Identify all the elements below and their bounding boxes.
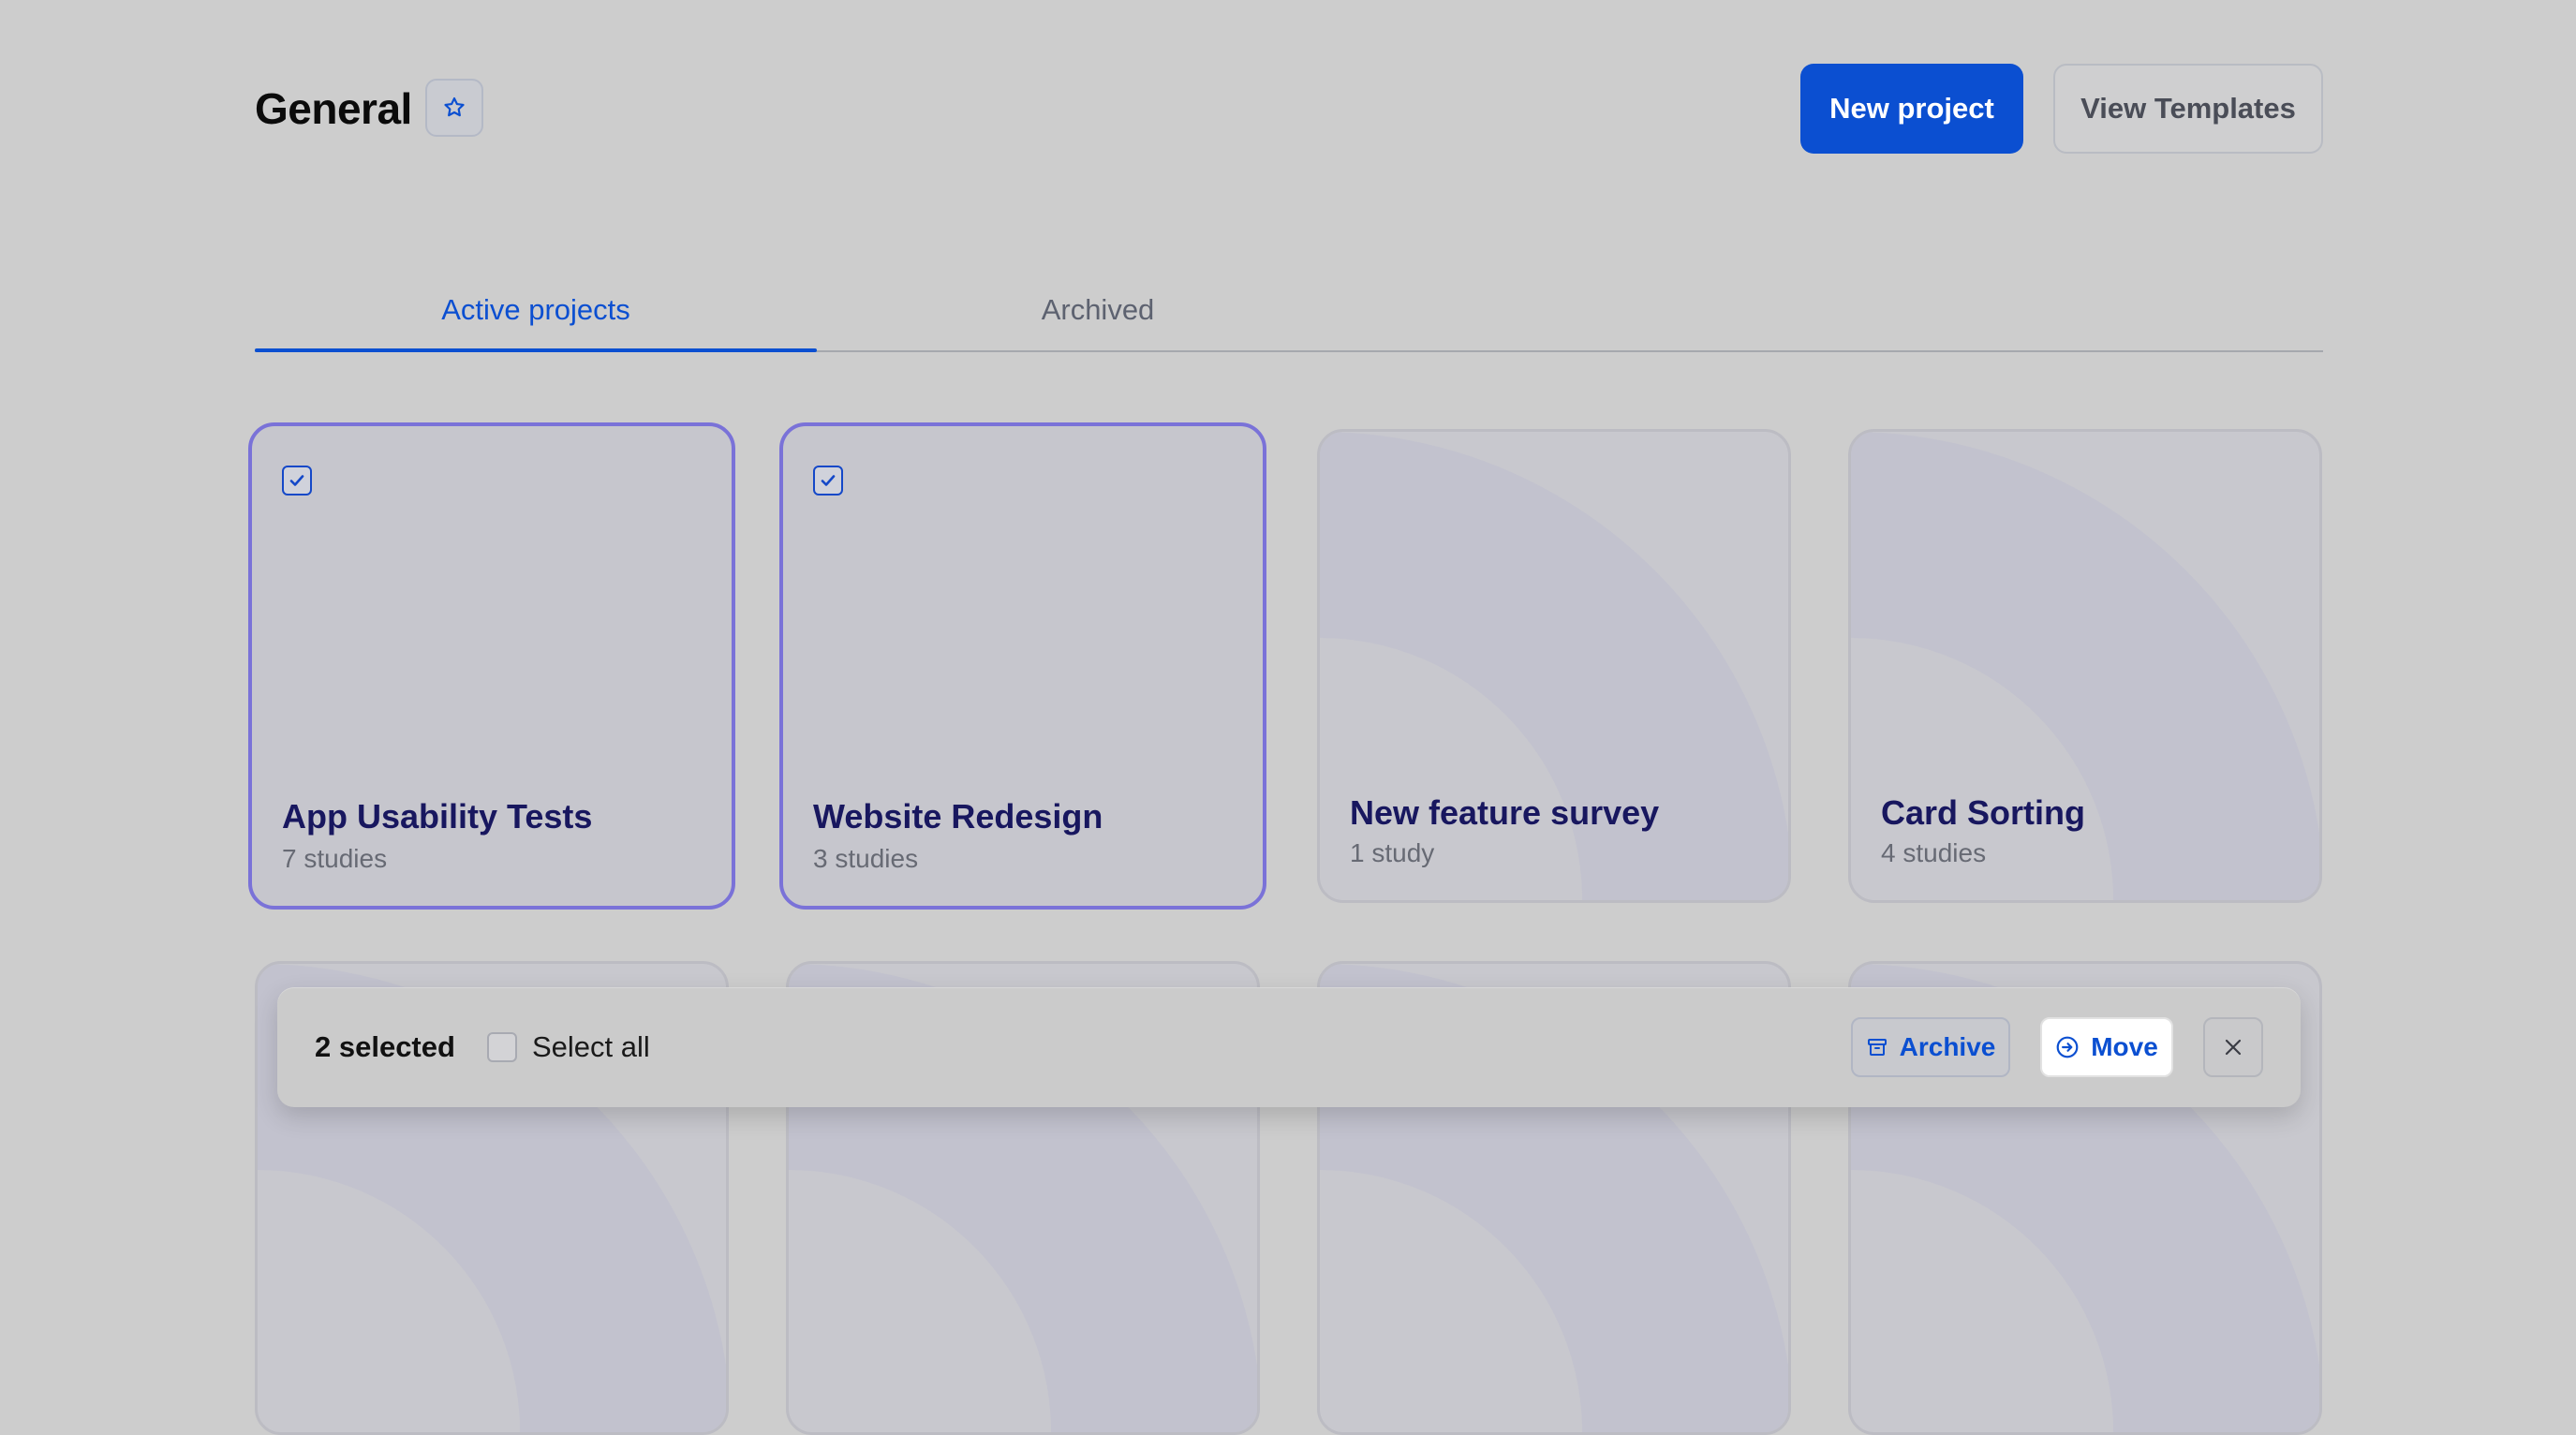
close-icon <box>2225 1039 2242 1056</box>
card-checkbox-checked[interactable] <box>282 466 312 496</box>
project-card[interactable]: New feature survey 1 study <box>1317 429 1791 903</box>
arrow-right-circle-icon <box>2056 1036 2079 1058</box>
project-title: Website Redesign <box>813 797 1103 836</box>
select-all-checkbox[interactable] <box>487 1032 517 1062</box>
active-tab-indicator <box>255 348 817 352</box>
favorite-button[interactable] <box>425 79 483 137</box>
archive-button[interactable]: Archive <box>1851 1017 2010 1077</box>
project-card[interactable]: App Usability Tests 7 studies <box>248 422 735 910</box>
project-study-count: 1 study <box>1350 838 1435 867</box>
tab-active-projects[interactable]: Active projects <box>255 268 817 352</box>
project-study-count: 4 studies <box>1881 838 1987 867</box>
project-title: Card Sorting <box>1881 793 2086 832</box>
close-selection-button[interactable] <box>2203 1017 2263 1077</box>
project-study-count: 7 studies <box>282 844 388 873</box>
project-title: App Usability Tests <box>282 797 593 836</box>
project-title: New feature survey <box>1350 793 1660 832</box>
select-all-label[interactable]: Select all <box>532 1030 650 1064</box>
check-icon <box>289 475 304 486</box>
archive-label: Archive <box>1899 1032 1996 1061</box>
project-study-count: 3 studies <box>813 844 919 873</box>
check-icon <box>821 475 836 486</box>
move-button[interactable]: Move <box>2040 1017 2173 1077</box>
card-checkbox-checked[interactable] <box>813 466 843 496</box>
archive-box-icon <box>1867 1039 1887 1056</box>
page-title: General <box>255 84 412 133</box>
view-templates-button[interactable]: View Templates <box>2053 64 2323 154</box>
star-outline-icon <box>444 96 465 117</box>
new-project-button[interactable]: New project <box>1800 64 2023 154</box>
project-card[interactable]: Website Redesign 3 studies <box>779 422 1266 910</box>
tab-archived[interactable]: Archived <box>817 268 1379 352</box>
project-card[interactable]: Card Sorting 4 studies <box>1848 429 2322 903</box>
move-label: Move <box>2091 1032 2158 1061</box>
selected-count: 2 selected <box>315 1030 455 1063</box>
